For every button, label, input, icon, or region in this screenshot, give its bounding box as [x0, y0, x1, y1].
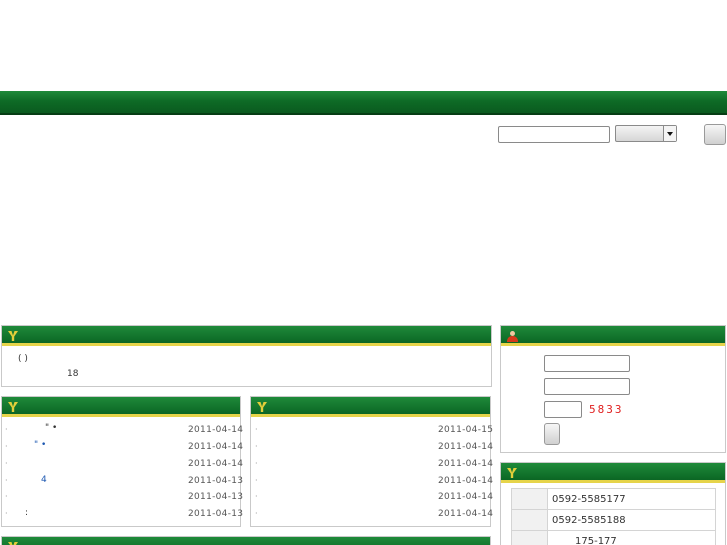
y-logo-icon — [8, 402, 18, 412]
bullet-icon: · — [255, 425, 258, 434]
contact-row-phone: 0592-5585177 — [511, 488, 716, 510]
main-navbar — [0, 91, 727, 115]
news-left-title[interactable]: " • — [45, 423, 57, 433]
search-button[interactable] — [704, 124, 726, 145]
search-category-select[interactable] — [615, 125, 677, 142]
news-right-date: 2011-04-15 — [438, 425, 494, 435]
y-logo-icon — [257, 402, 267, 412]
bullet-icon: · — [5, 476, 8, 485]
contact-table: 0592-5585177 0592-5585188 175-177 — [511, 488, 716, 545]
contact-label — [511, 488, 548, 510]
contact-address: 175-177 — [547, 530, 716, 545]
contact-row-fax: 0592-5585188 — [511, 509, 716, 531]
news-left-date: 2011-04-14 — [188, 442, 244, 452]
bullet-icon: · — [255, 459, 258, 468]
bullet-icon: · — [5, 425, 8, 434]
contact-panel-header — [501, 463, 725, 483]
password-field[interactable] — [544, 378, 630, 395]
intro-number: 18 — [67, 369, 79, 379]
contact-label — [511, 509, 548, 531]
bottom-panel-header — [2, 537, 490, 545]
news-left-title[interactable]: 4 — [41, 475, 47, 485]
bullet-icon: · — [255, 442, 258, 451]
news-right-date: 2011-04-14 — [438, 509, 494, 519]
news-right-date: 2011-04-14 — [438, 442, 494, 452]
news-right-date: 2011-04-14 — [438, 476, 494, 486]
news-right-date: 2011-04-14 — [438, 492, 494, 502]
news-left-date: 2011-04-13 — [188, 509, 244, 519]
login-button[interactable] — [544, 423, 560, 445]
bullet-icon: · — [255, 476, 258, 485]
news-left-date: 2011-04-14 — [188, 459, 244, 469]
y-logo-icon — [507, 468, 517, 478]
contact-fax: 0592-5585188 — [547, 509, 716, 531]
search-input[interactable] — [498, 126, 610, 143]
bullet-icon: · — [255, 492, 258, 501]
contact-row-address: 175-177 — [511, 530, 716, 545]
news-left-title[interactable]: : — [25, 508, 28, 518]
contact-label — [511, 530, 548, 545]
page: ( ) 18 · " • 2011-04-14 · " • 2011-04-14… — [0, 0, 727, 545]
bullet-icon: · — [5, 492, 8, 501]
news-left-date: 2011-04-14 — [188, 425, 244, 435]
login-panel-header — [501, 326, 725, 346]
intro-paren: ( ) — [18, 354, 28, 364]
bullet-icon: · — [5, 509, 8, 518]
bullet-icon: · — [5, 459, 8, 468]
news-left-title[interactable]: " • — [34, 440, 46, 450]
news-left-date: 2011-04-13 — [188, 492, 244, 502]
intro-panel-header — [2, 326, 491, 346]
news-panel-left-header — [2, 397, 240, 417]
user-icon — [507, 331, 518, 342]
chevron-down-icon — [663, 126, 676, 141]
bullet-icon: · — [255, 509, 258, 518]
news-left-date: 2011-04-13 — [188, 476, 244, 486]
captcha-field[interactable] — [544, 401, 582, 418]
bullet-icon: · — [5, 442, 8, 451]
bottom-panel — [1, 536, 491, 545]
news-panel-right-header — [251, 397, 490, 417]
y-logo-icon — [8, 331, 18, 341]
news-right-date: 2011-04-14 — [438, 459, 494, 469]
username-field[interactable] — [544, 355, 630, 372]
captcha-code: 5833 — [589, 403, 624, 416]
contact-phone: 0592-5585177 — [547, 488, 716, 510]
